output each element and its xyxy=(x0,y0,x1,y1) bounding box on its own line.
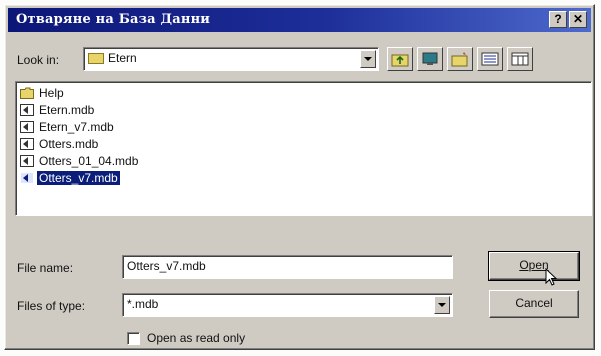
details-view-button[interactable] xyxy=(507,47,533,71)
folder-icon xyxy=(20,87,34,99)
desktop-icon xyxy=(422,52,438,65)
file-name-label: File name: xyxy=(17,261,74,275)
up-folder-icon xyxy=(391,54,409,67)
database-file-icon xyxy=(20,121,34,133)
file-type-label: Files of type: xyxy=(17,299,86,313)
close-button[interactable]: ✕ xyxy=(569,11,587,28)
help-icon: ? xyxy=(554,12,562,26)
close-icon: ✕ xyxy=(572,12,584,26)
database-file-icon xyxy=(20,172,34,184)
list-view-button[interactable] xyxy=(477,47,503,71)
open-button[interactable]: Open xyxy=(488,251,580,281)
title-bar[interactable]: Отваряне на База Данни ? ✕ xyxy=(8,8,591,32)
file-type-dropdown-button[interactable] xyxy=(434,296,450,314)
file-name-field[interactable]: Otters_v7.mdb xyxy=(122,255,453,279)
file-name-value: Otters_v7.mdb xyxy=(127,259,206,273)
file-name: Etern_v7.mdb xyxy=(39,120,114,134)
file-type-combo[interactable]: *.mdb xyxy=(122,293,453,317)
file-name: Help xyxy=(39,86,64,100)
read-only-label[interactable]: Open as read only xyxy=(147,331,245,345)
file-name: Otters_01_04.mdb xyxy=(39,154,139,168)
file-type-value: *.mdb xyxy=(127,297,159,311)
look-in-combo[interactable]: Etern xyxy=(83,47,379,71)
desktop-button[interactable] xyxy=(417,47,443,71)
mouse-cursor-icon xyxy=(545,268,558,286)
database-file-icon xyxy=(20,155,34,167)
file-list[interactable]: Help Etern.mdb Etern_v7.mdb Otters.mdb O… xyxy=(15,81,592,216)
database-file-icon xyxy=(20,104,34,116)
cancel-button[interactable]: Cancel xyxy=(489,290,579,318)
details-view-icon xyxy=(511,52,529,66)
read-only-checkbox[interactable] xyxy=(127,332,140,345)
cancel-button-label: Cancel xyxy=(515,296,553,310)
help-button[interactable]: ? xyxy=(549,11,567,28)
up-one-level-button[interactable] xyxy=(387,47,413,71)
list-view-icon xyxy=(481,52,499,66)
file-name: Otters.mdb xyxy=(39,137,99,151)
new-folder-icon xyxy=(451,52,468,67)
folder-icon xyxy=(88,53,104,64)
open-database-dialog: Отваряне на База Данни ? ✕ Look in: Eter… xyxy=(4,4,595,350)
new-folder-button[interactable] xyxy=(447,47,473,71)
look-in-dropdown-button[interactable] xyxy=(360,50,376,68)
look-in-label: Look in: xyxy=(17,53,60,67)
database-file-icon xyxy=(20,138,34,150)
window-title: Отваряне на База Данни xyxy=(16,12,211,27)
file-name: Otters_v7.mdb xyxy=(37,171,120,185)
look-in-value: Etern xyxy=(108,51,137,65)
file-name: Etern.mdb xyxy=(39,103,95,117)
